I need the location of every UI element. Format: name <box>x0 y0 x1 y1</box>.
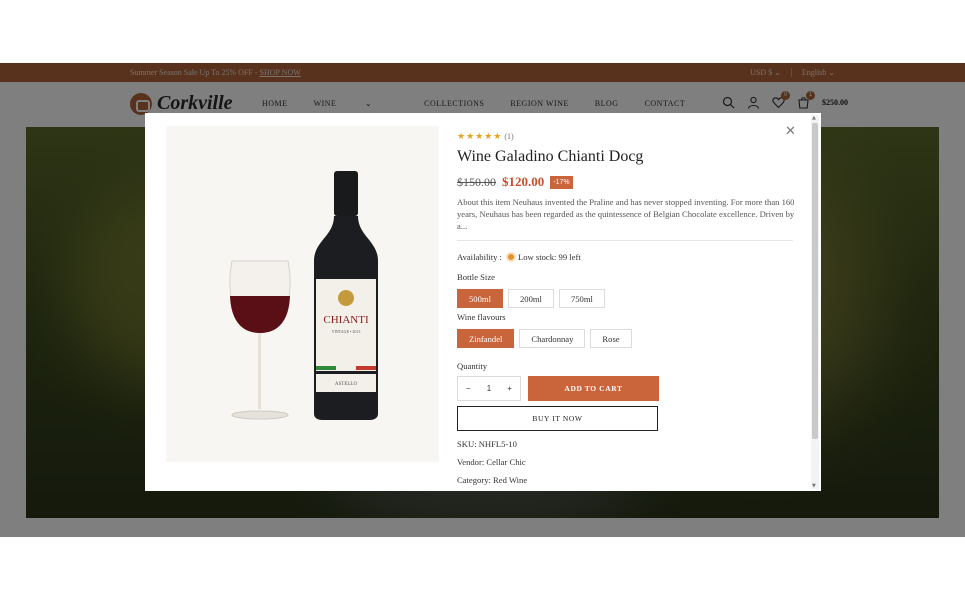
stock-status-icon <box>507 254 514 260</box>
product-category: Category: Red Wine <box>457 475 528 485</box>
plus-icon[interactable]: + <box>507 384 512 393</box>
product-image: CHIANTI VINTAGE • 2013 ASTELLO <box>166 126 439 462</box>
star-rating-icon: ★★★★★ <box>457 132 503 142</box>
scroll-down-icon[interactable]: ▼ <box>812 483 816 489</box>
flavour-option-rose[interactable]: Rose <box>590 329 632 348</box>
availability-value: Low stock: 99 left <box>517 252 581 262</box>
product-description: About this item Neuhaus invented the Pra… <box>457 197 795 231</box>
wine-bottle-and-glass-image: CHIANTI VINTAGE • 2013 ASTELLO <box>229 171 378 420</box>
product-sku: SKU: NHFL5-10 <box>457 439 517 449</box>
quantity-label: Quantity <box>457 361 488 371</box>
close-icon[interactable]: ✕ <box>785 125 797 138</box>
buy-it-now-button[interactable]: BUY IT NOW <box>457 406 658 431</box>
scrollbar-thumb[interactable] <box>812 123 818 439</box>
product-rating[interactable]: ★★★★★ (1) <box>457 132 514 142</box>
availability: Availability : Low stock: 99 left <box>457 252 581 262</box>
bottle-size-label: Bottle Size <box>457 272 495 282</box>
sale-price: $120.00 <box>502 174 545 189</box>
quick-view-modal: ✕ ▲ ▼ CHIANTI VINTAGE • 2013 ASTELLO ★★★… <box>145 113 821 491</box>
discount-badge: -17% <box>550 175 573 189</box>
flavour-option-chardonnay[interactable]: Chardonnay <box>519 329 586 348</box>
flavour-option-zinfandel[interactable]: Zinfandel <box>457 329 515 348</box>
bottle-size-option-200ml[interactable]: 200ml <box>507 289 554 308</box>
quantity-stepper: − 1 + <box>457 376 521 401</box>
minus-icon[interactable]: − <box>466 384 471 393</box>
bottle-maker-text: ASTELLO <box>335 382 358 387</box>
old-price: $150.00 <box>457 174 496 189</box>
bottle-size-options: 500ml 200ml 750ml <box>457 289 605 308</box>
availability-label: Availability : <box>457 252 502 262</box>
modal-scrollbar[interactable]: ▲ ▼ <box>811 115 819 489</box>
product-vendor: Vendor: Cellar Chic <box>457 457 526 467</box>
quantity-input[interactable]: 1 <box>487 384 491 393</box>
bottle-size-option-500ml[interactable]: 500ml <box>457 289 503 308</box>
divider <box>457 240 793 241</box>
bottle-size-option-750ml[interactable]: 750ml <box>558 289 605 308</box>
bottle-label-text: CHIANTI <box>323 314 369 326</box>
price-row: $150.00 $120.00 -17% <box>457 174 573 190</box>
wine-flavour-options: Zinfandel Chardonnay Rose <box>457 329 632 348</box>
product-title: Wine Galadino Chianti Docg <box>457 148 644 165</box>
review-count: (1) <box>504 132 514 141</box>
scroll-up-icon[interactable]: ▲ <box>812 115 816 121</box>
bottle-vintage-text: VINTAGE • 2013 <box>332 329 361 334</box>
wine-flavours-label: Wine flavours <box>457 312 506 322</box>
add-to-cart-button[interactable]: ADD TO CART <box>528 376 659 401</box>
